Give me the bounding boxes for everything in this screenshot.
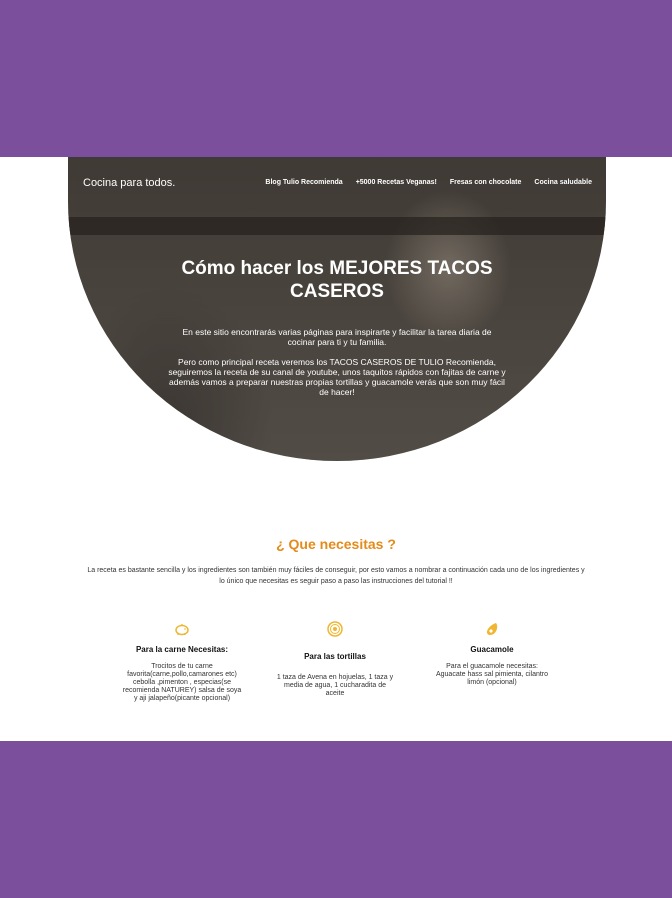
main-nav: Blog Tulio Recomienda +5000 Recetas Vega… [265,179,592,186]
ingredient-card-meat: Para la carne Necesitas: Trocitos de tu … [122,621,242,703]
nav-fresas-chocolate[interactable]: Fresas con chocolate [450,179,522,186]
ingredient-title: Para las tortillas [304,652,366,661]
ingredient-card-guacamole: Guacamole Para el guacamole necesitas: A… [432,621,552,687]
hero-paragraph: En este sitio encontrarás varias páginas… [182,327,492,347]
avocado-icon [486,623,498,635]
site-logo[interactable]: Cocina para todos. [83,177,175,189]
nav-recetas-veganas[interactable]: +5000 Recetas Veganas! [356,179,437,186]
ingredient-text: 1 taza de Avena en hojuelas, 1 taza y me… [276,674,394,697]
tortilla-icon [327,621,343,637]
ingredient-text: Para el guacamole necesitas: Aguacate ha… [435,663,549,686]
section-intro: La receta es bastante sencilla y los ing… [87,567,585,585]
nav-blog-tulio[interactable]: Blog Tulio Recomienda [265,179,342,186]
page: Cocina para todos. Blog Tulio Recomienda… [0,157,672,741]
piggy-bank-icon [175,624,189,636]
ingredient-title: Guacamole [470,645,514,654]
hero-title: Cómo hacer los MEJORES TACOS CASEROS [181,258,493,302]
ingredient-title: Para la carne Necesitas: [135,645,229,654]
ingredient-card-tortillas: Para las tortillas 1 taza de Avena en ho… [275,621,395,698]
ingredient-text: Trocitos de tu carne favorita(carne,poll… [122,663,242,702]
hero-paragraph: Pero como principal receta veremos los T… [168,357,506,397]
section-title: ¿ Que necesitas ? [276,536,396,552]
hero-banner: Cocina para todos. Blog Tulio Recomienda… [68,157,606,461]
nav-cocina-saludable[interactable]: Cocina saludable [534,179,592,186]
